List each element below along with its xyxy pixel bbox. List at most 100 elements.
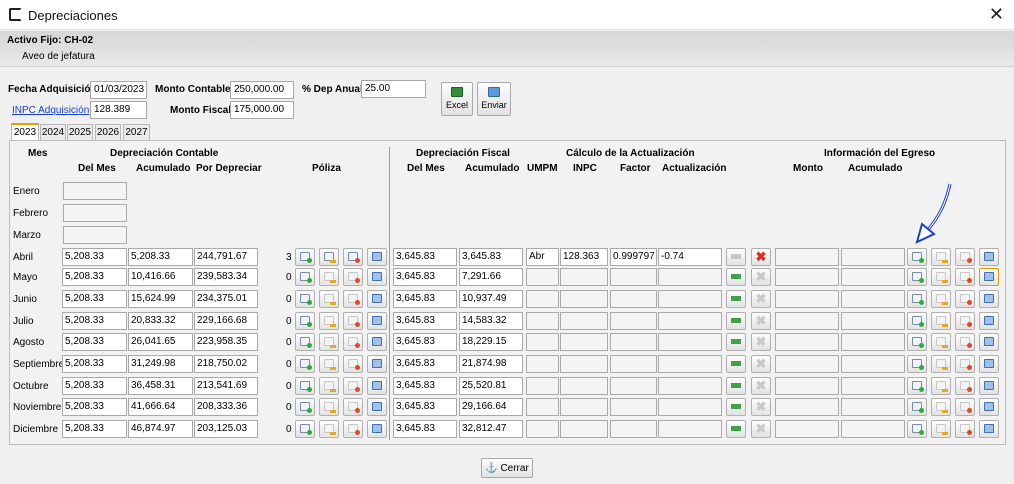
poliza-edit-button[interactable] — [319, 420, 339, 438]
cancel-actualizacion-button[interactable]: ✖ — [751, 248, 771, 266]
egreso-edit-button[interactable] — [931, 377, 951, 395]
cancel-actualizacion-button[interactable]: ✖ — [751, 377, 771, 395]
egreso-edit-button[interactable] — [931, 333, 951, 351]
poliza-print-button[interactable] — [367, 377, 387, 395]
egreso-edit-button[interactable] — [931, 355, 951, 373]
egreso-delete-button[interactable] — [955, 248, 975, 266]
apply-actualizacion-button[interactable] — [726, 355, 746, 373]
egreso-edit-button[interactable] — [931, 290, 951, 308]
apply-actualizacion-button[interactable] — [726, 268, 746, 286]
poliza-delete-button[interactable] — [343, 377, 363, 395]
cancel-actualizacion-button[interactable]: ✖ — [751, 398, 771, 416]
poliza-edit-button[interactable] — [319, 333, 339, 351]
cancel-actualizacion-button[interactable]: ✖ — [751, 333, 771, 351]
poliza-delete-button[interactable] — [343, 333, 363, 351]
cancel-actualizacion-button[interactable]: ✖ — [751, 355, 771, 373]
egreso-print-button[interactable] — [979, 312, 999, 330]
egreso-add-button[interactable] — [907, 333, 927, 351]
poliza-delete-button[interactable] — [343, 290, 363, 308]
close-icon[interactable]: ✕ — [989, 4, 1004, 25]
poliza-add-button[interactable] — [295, 420, 315, 438]
cancel-actualizacion-button[interactable]: ✖ — [751, 420, 771, 438]
excel-button[interactable]: Excel — [441, 82, 473, 116]
fecha-adquisicion-field[interactable]: 01/03/2023 — [90, 81, 147, 99]
apply-actualizacion-button[interactable] — [726, 290, 746, 308]
egreso-print-button[interactable] — [979, 355, 999, 373]
inpc-adquisicion-link[interactable]: INPC Adquisición — [12, 105, 89, 116]
poliza-add-button[interactable] — [295, 268, 315, 286]
tab-2025[interactable]: 2025 — [67, 124, 93, 140]
poliza-edit-button[interactable] — [319, 377, 339, 395]
poliza-add-button[interactable] — [295, 290, 315, 308]
poliza-delete-button[interactable] — [343, 398, 363, 416]
poliza-print-button[interactable] — [367, 333, 387, 351]
egreso-delete-button[interactable] — [955, 377, 975, 395]
poliza-edit-button[interactable] — [319, 312, 339, 330]
poliza-print-button[interactable] — [367, 268, 387, 286]
egreso-print-button[interactable] — [979, 377, 999, 395]
tab-2023[interactable]: 2023 — [11, 123, 39, 141]
apply-actualizacion-button[interactable] — [726, 333, 746, 351]
egreso-delete-button[interactable] — [955, 333, 975, 351]
tab-2026[interactable]: 2026 — [95, 124, 121, 140]
cerrar-button[interactable]: ⚓ Cerrar — [481, 458, 533, 478]
egreso-print-button[interactable] — [979, 398, 999, 416]
egreso-edit-button[interactable] — [931, 398, 951, 416]
monto-contable-field[interactable]: 250,000.00 — [230, 81, 294, 99]
poliza-print-button[interactable] — [367, 398, 387, 416]
enviar-button[interactable]: Enviar — [477, 82, 511, 116]
egreso-edit-button[interactable] — [931, 268, 951, 286]
egreso-add-button[interactable] — [907, 290, 927, 308]
tab-2024[interactable]: 2024 — [40, 124, 66, 140]
poliza-delete-button[interactable] — [343, 248, 363, 266]
egreso-edit-button[interactable] — [931, 248, 951, 266]
egreso-delete-button[interactable] — [955, 290, 975, 308]
poliza-edit-button[interactable] — [319, 290, 339, 308]
poliza-print-button[interactable] — [367, 355, 387, 373]
apply-actualizacion-button[interactable] — [726, 420, 746, 438]
egreso-delete-button[interactable] — [955, 420, 975, 438]
poliza-add-button[interactable] — [295, 248, 315, 266]
egreso-add-button[interactable] — [907, 312, 927, 330]
cancel-actualizacion-button[interactable]: ✖ — [751, 290, 771, 308]
egreso-edit-button[interactable] — [931, 312, 951, 330]
poliza-edit-button[interactable] — [319, 268, 339, 286]
apply-actualizacion-button[interactable] — [726, 248, 746, 266]
poliza-print-button[interactable] — [367, 290, 387, 308]
poliza-add-button[interactable] — [295, 355, 315, 373]
apply-actualizacion-button[interactable] — [726, 377, 746, 395]
egreso-add-button[interactable] — [907, 377, 927, 395]
poliza-edit-button[interactable] — [319, 248, 339, 266]
poliza-add-button[interactable] — [295, 377, 315, 395]
poliza-delete-button[interactable] — [343, 420, 363, 438]
poliza-delete-button[interactable] — [343, 355, 363, 373]
egreso-print-button[interactable] — [979, 290, 999, 308]
poliza-delete-button[interactable] — [343, 312, 363, 330]
egreso-edit-button[interactable] — [931, 420, 951, 438]
egreso-add-button[interactable] — [907, 355, 927, 373]
egreso-print-button[interactable] — [979, 420, 999, 438]
egreso-add-button[interactable] — [907, 268, 927, 286]
poliza-delete-button[interactable] — [343, 268, 363, 286]
cancel-actualizacion-button[interactable]: ✖ — [751, 312, 771, 330]
cancel-actualizacion-button[interactable]: ✖ — [751, 268, 771, 286]
dep-anual-field[interactable]: 25.00 — [361, 80, 426, 98]
poliza-add-button[interactable] — [295, 312, 315, 330]
poliza-print-button[interactable] — [367, 312, 387, 330]
apply-actualizacion-button[interactable] — [726, 398, 746, 416]
egreso-delete-button[interactable] — [955, 398, 975, 416]
egreso-add-button[interactable] — [907, 248, 927, 266]
egreso-add-button[interactable] — [907, 398, 927, 416]
tab-2027[interactable]: 2027 — [123, 124, 150, 140]
poliza-edit-button[interactable] — [319, 398, 339, 416]
poliza-print-button[interactable] — [367, 248, 387, 266]
egreso-delete-button[interactable] — [955, 355, 975, 373]
egreso-print-button[interactable] — [979, 333, 999, 351]
egreso-print-button[interactable] — [979, 248, 999, 266]
inpc-adquisicion-field[interactable]: 128.389 — [90, 101, 147, 119]
poliza-add-button[interactable] — [295, 333, 315, 351]
monto-fiscal-field[interactable]: 175,000.00 — [230, 101, 294, 119]
poliza-edit-button[interactable] — [319, 355, 339, 373]
egreso-add-button[interactable] — [907, 420, 927, 438]
egreso-delete-button[interactable] — [955, 312, 975, 330]
